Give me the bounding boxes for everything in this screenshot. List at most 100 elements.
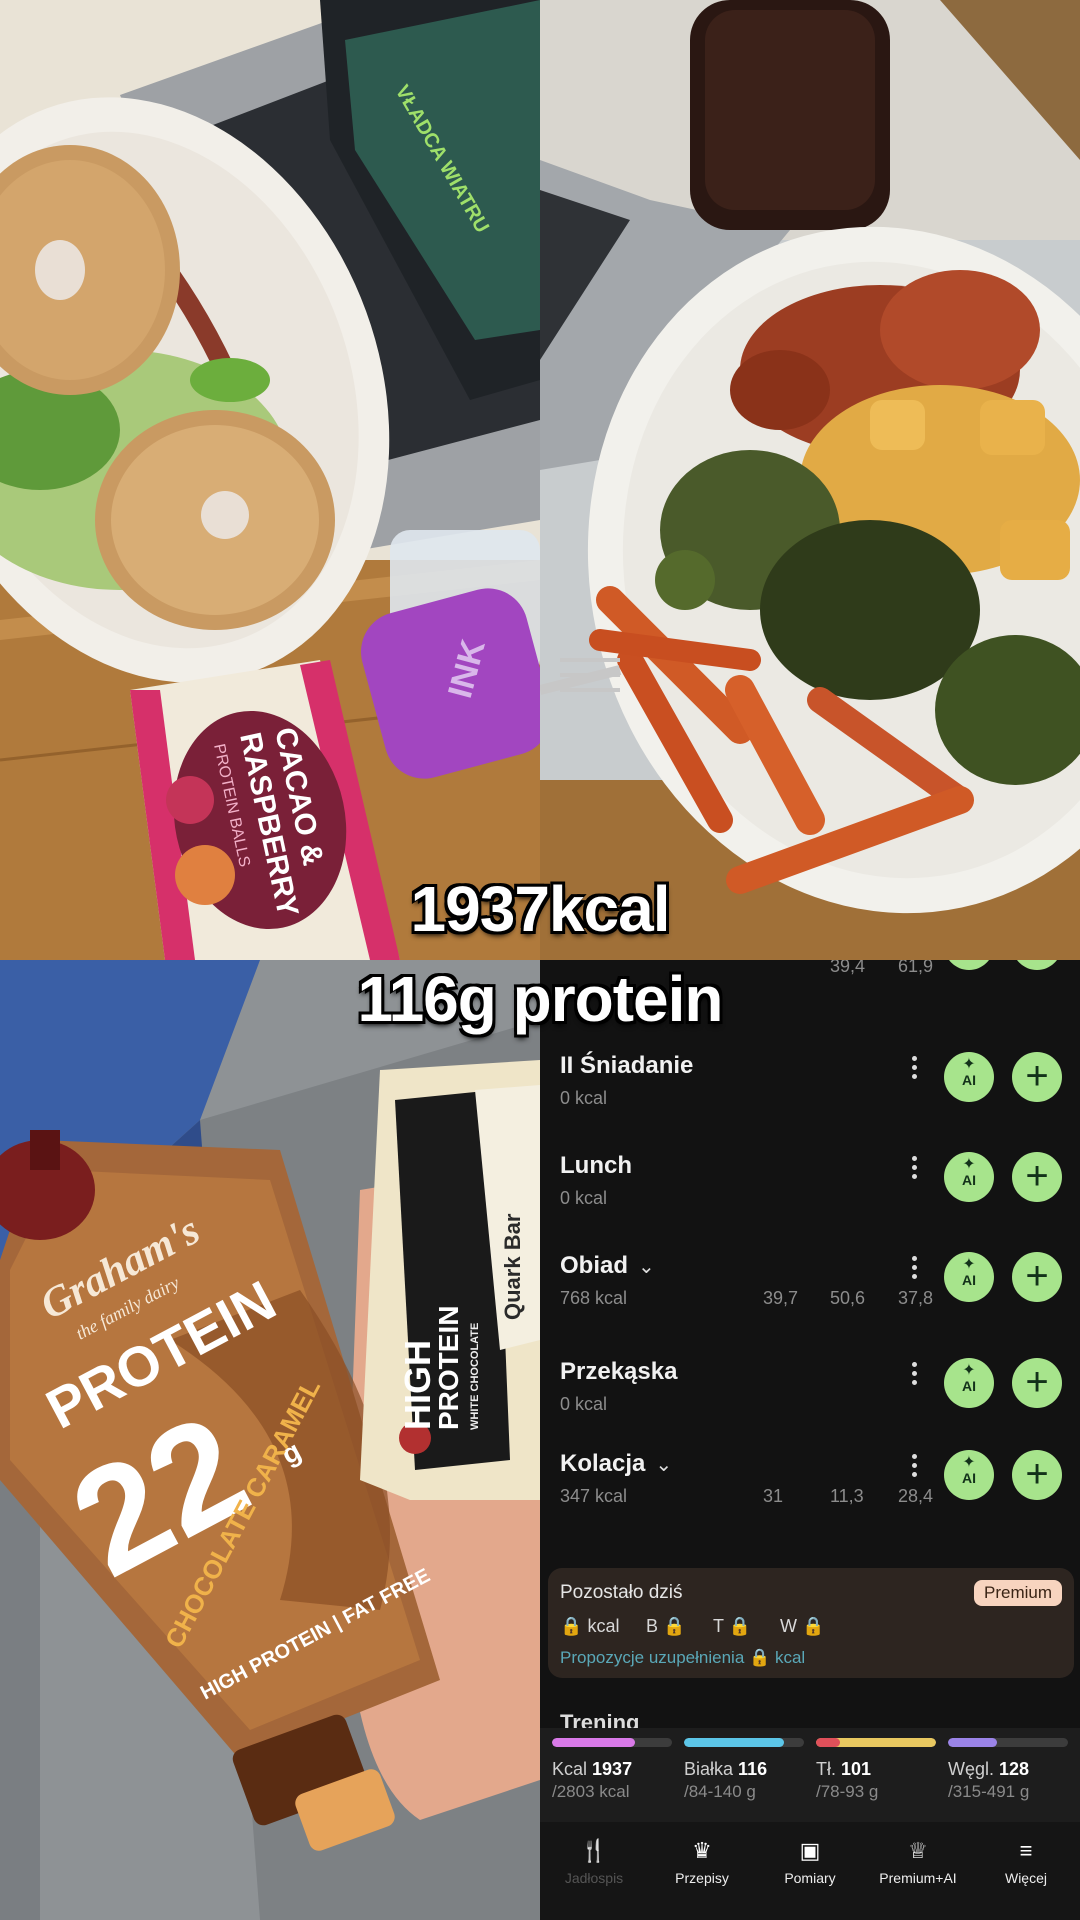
meal-name[interactable]: Przekąska bbox=[560, 1358, 677, 1386]
sparkle-icon: ✦ bbox=[962, 1056, 976, 1073]
suggestions-link[interactable]: Propozycje uzupełnienia 🔒 kcal bbox=[560, 1648, 805, 1668]
remaining-title: Pozostało dziś bbox=[560, 1582, 683, 1603]
lock-icon: 🔒 bbox=[802, 1616, 825, 1636]
meal-macro: 50,6 bbox=[830, 1288, 866, 1308]
remaining-protein: B 🔒 bbox=[646, 1616, 686, 1636]
lock-icon: 🔒 bbox=[749, 1648, 771, 1667]
add-food-button[interactable]: + bbox=[1012, 1052, 1062, 1102]
meal-name[interactable]: Lunch bbox=[560, 1152, 632, 1180]
nav-chef-hat[interactable]: ♛ Przepisy bbox=[648, 1822, 756, 1886]
bar-name: Quark Bar bbox=[500, 1213, 525, 1320]
nav-label: Więcej bbox=[1004, 1870, 1047, 1886]
meal-row[interactable]: II Śniadanie 0 kcal ✦ AI + bbox=[540, 1052, 1080, 1142]
meal-kcal: 0 kcal bbox=[560, 1088, 608, 1108]
total-target: /2803 kcal bbox=[552, 1782, 630, 1801]
meal-macro: 39,7 bbox=[763, 1288, 799, 1308]
meal-row[interactable]: Obiad ⌄ 768 kcal 39,7 50,6 37,8 ✦ AI + bbox=[540, 1252, 1080, 1342]
meal-row[interactable]: Lunch 0 kcal ✦ AI + bbox=[540, 1152, 1080, 1242]
nav-fork-knife[interactable]: 🍴 Jadłospis bbox=[540, 1822, 648, 1886]
plus-icon: + bbox=[1025, 1154, 1049, 1198]
progress-bar bbox=[816, 1738, 936, 1747]
meal-macro: 31 bbox=[763, 1486, 784, 1506]
meal-name[interactable]: II Śniadanie bbox=[560, 1052, 693, 1080]
ai-add-button[interactable]: ✦AI bbox=[944, 1252, 994, 1302]
premium-badge[interactable]: Premium bbox=[973, 1580, 1062, 1606]
plus-icon: + bbox=[1025, 1360, 1049, 1404]
sparkle-icon: ✦ bbox=[962, 1256, 976, 1273]
sparkle-icon: ✦ bbox=[962, 1362, 976, 1379]
total-label: Białka 116 bbox=[684, 1759, 768, 1779]
nav-label: Premium+AI bbox=[879, 1870, 957, 1886]
remaining-kcal: 🔒 kcal bbox=[560, 1616, 620, 1636]
lock-icon: 🔒 bbox=[560, 1616, 583, 1636]
total-1: Białka 116/84-140 g bbox=[684, 1738, 804, 1802]
diary-app-screen: Śniadanie⌄39,461,9✦AI+II Śniadanie0 kcal… bbox=[540, 960, 1080, 1920]
progress-fill bbox=[948, 1738, 998, 1747]
chef-hat-icon: ♛ bbox=[692, 1838, 712, 1863]
meal-macro: 28,4 bbox=[898, 1486, 934, 1506]
nav-scale[interactable]: ▣ Pomiary bbox=[756, 1822, 864, 1886]
overlay-calories: 1937kcal bbox=[410, 873, 671, 945]
meal-row[interactable]: Kolacja ⌄ 347 kcal 31 11,3 28,4 ✦ AI + bbox=[540, 1450, 1080, 1540]
nav-label: Pomiary bbox=[784, 1870, 836, 1886]
total-label: Węgl. 128 bbox=[948, 1759, 1030, 1779]
more-options-icon[interactable] bbox=[912, 1256, 920, 1283]
meal-kcal: 768 kcal bbox=[560, 1288, 628, 1308]
meal-kcal: 347 kcal bbox=[560, 1486, 628, 1506]
more-options-icon[interactable] bbox=[912, 1362, 920, 1389]
add-food-button[interactable]: + bbox=[1012, 1358, 1062, 1408]
meal-name[interactable]: Kolacja ⌄ bbox=[560, 1450, 672, 1478]
ai-add-button[interactable]: ✦AI bbox=[944, 1358, 994, 1408]
remaining-fat: T 🔒 bbox=[713, 1616, 752, 1636]
more-options-icon[interactable] bbox=[912, 1056, 920, 1083]
meal-kcal: 0 kcal bbox=[560, 1394, 608, 1414]
plus-icon: + bbox=[1025, 1452, 1049, 1496]
overlay-protein: 116g protein bbox=[357, 963, 724, 1035]
menu-icon: ≡ bbox=[1019, 1838, 1033, 1863]
sparkle-icon: ✦ bbox=[962, 1156, 976, 1173]
nav-label: Jadłospis bbox=[564, 1870, 624, 1886]
chevron-down-icon[interactable]: ⌄ bbox=[638, 1256, 655, 1278]
total-0: Kcal 1937/2803 kcal bbox=[552, 1738, 672, 1802]
remaining-today-card[interactable]: Pozostało dziś Premium 🔒 kcal B 🔒 T 🔒 W … bbox=[548, 1568, 1074, 1678]
fork-knife-icon: 🍴 bbox=[580, 1838, 608, 1863]
sparkle-icon: ✦ bbox=[962, 1454, 976, 1471]
photo-protein-snacks: Graham's the family dairy PROTEIN 22 g C… bbox=[0, 960, 540, 1920]
total-target: /78-93 g bbox=[816, 1782, 879, 1801]
bar-line1: HIGH bbox=[397, 1340, 438, 1430]
progress-over-fill bbox=[816, 1738, 840, 1747]
bar-line2: PROTEIN bbox=[433, 1306, 464, 1430]
scale-icon: ▣ bbox=[799, 1838, 821, 1863]
nav-crown[interactable]: ♕ Premium+AI bbox=[864, 1822, 972, 1886]
meal-name[interactable]: Obiad ⌄ bbox=[560, 1252, 655, 1280]
total-3: Węgl. 128/315-491 g bbox=[948, 1738, 1068, 1802]
plus-icon: + bbox=[1025, 1054, 1049, 1098]
total-2: Tł. 101/78-93 g bbox=[816, 1738, 936, 1802]
ai-add-button[interactable]: ✦AI bbox=[944, 1052, 994, 1102]
meal-macro: 37,8 bbox=[898, 1288, 934, 1308]
ai-add-button[interactable]: ✦AI bbox=[944, 1450, 994, 1500]
progress-bar bbox=[948, 1738, 1068, 1747]
lock-icon: 🔒 bbox=[728, 1616, 752, 1636]
progress-bar bbox=[684, 1738, 804, 1747]
nav-menu[interactable]: ≡ Więcej bbox=[972, 1822, 1080, 1886]
add-food-button[interactable]: + bbox=[1012, 1152, 1062, 1202]
total-target: /84-140 g bbox=[684, 1782, 756, 1801]
progress-fill bbox=[684, 1738, 784, 1747]
lock-icon: 🔒 bbox=[663, 1616, 686, 1636]
add-food-button[interactable]: + bbox=[1012, 1252, 1062, 1302]
add-food-button[interactable]: + bbox=[1012, 1450, 1062, 1500]
daily-totals-bar: Kcal 1937/2803 kcal Białka 116/84-140 g Tł… bbox=[540, 1728, 1080, 1822]
total-label: Tł. 101 bbox=[816, 1759, 872, 1779]
more-options-icon[interactable] bbox=[912, 1454, 920, 1481]
ai-add-button[interactable]: ✦AI bbox=[944, 1152, 994, 1202]
progress-fill bbox=[552, 1738, 635, 1747]
total-label: Kcal 1937 bbox=[552, 1759, 633, 1779]
meal-macro: 11,3 bbox=[830, 1486, 864, 1506]
more-options-icon[interactable] bbox=[912, 1156, 920, 1183]
progress-bar bbox=[552, 1738, 672, 1747]
meal-row[interactable]: Przekąska 0 kcal ✦ AI + bbox=[540, 1358, 1080, 1448]
plus-icon: + bbox=[1025, 1254, 1049, 1298]
chevron-down-icon[interactable]: ⌄ bbox=[655, 1454, 672, 1476]
photo-bagel-sandwich: VŁADCA WIATRU INK CACAO & RASPBERRY PROT… bbox=[0, 0, 540, 960]
